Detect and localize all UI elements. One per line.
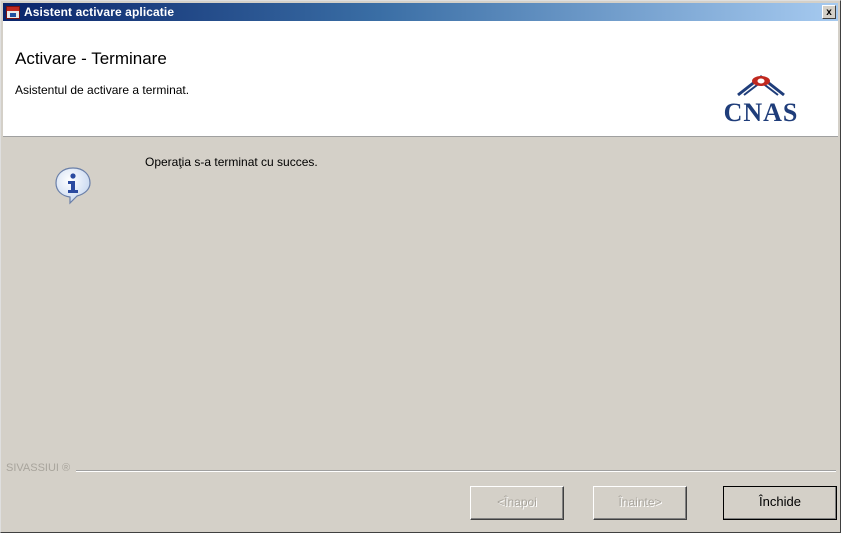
page-subtitle: Asistentul de activare a terminat.: [15, 83, 190, 97]
back-button[interactable]: <Înapoi: [470, 486, 564, 520]
wizard-header: Activare - Terminare Asistentul de activ…: [3, 21, 838, 137]
status-message: Operaţia s-a terminat cu succes.: [145, 155, 318, 169]
wizard-window: Asistent activare aplicatie x Activare -…: [0, 0, 841, 533]
close-button[interactable]: Închide: [723, 486, 837, 520]
wizard-body: Operaţia s-a terminat cu succes.: [3, 137, 838, 457]
logo-roof-icon: [737, 75, 785, 97]
cnas-logo: CNAS: [706, 71, 816, 127]
window-title: Asistent activare aplicatie: [24, 5, 175, 19]
close-window-button[interactable]: x: [822, 5, 836, 19]
page-title: Activare - Terminare: [15, 49, 167, 68]
info-icon: [55, 167, 91, 205]
app-icon[interactable]: [6, 5, 20, 19]
logo-text: CNAS: [723, 98, 799, 127]
footer-separator: [6, 470, 836, 472]
next-button[interactable]: Înainte>: [593, 486, 687, 520]
footer-brand: SIVASSIUI ®: [6, 462, 77, 474]
title-bar[interactable]: Asistent activare aplicatie x: [3, 3, 838, 21]
